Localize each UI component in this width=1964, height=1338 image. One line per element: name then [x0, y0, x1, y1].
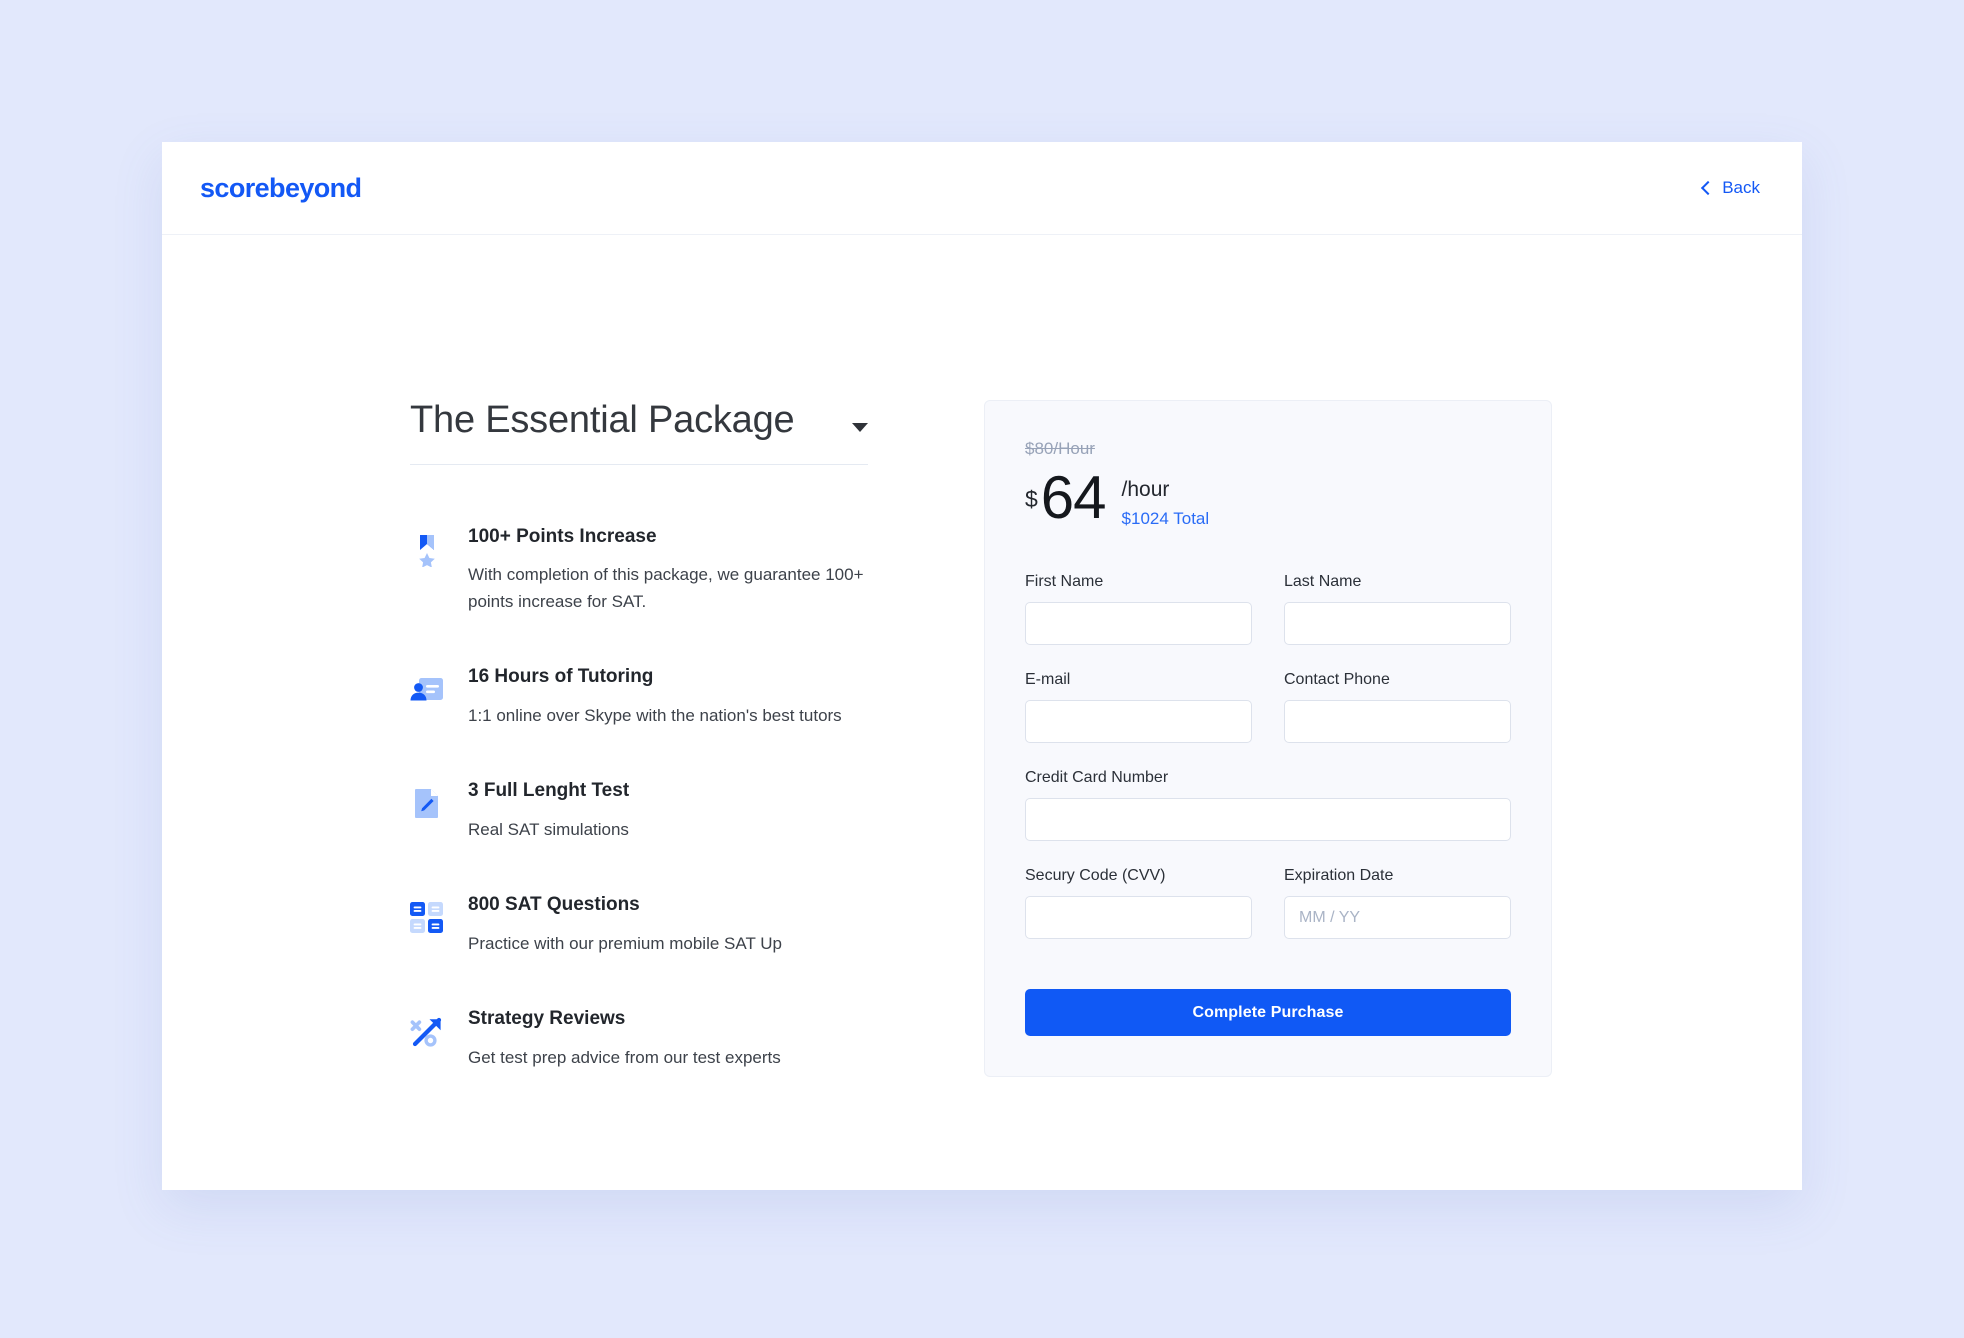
feature-description: With completion of this package, we guar… — [468, 565, 864, 611]
price-meta: /hour $1024 Total — [1122, 469, 1210, 529]
feature-item: 16 Hours of Tutoring 1:1 online over Sky… — [410, 663, 1030, 729]
card-number-input[interactable] — [1025, 798, 1511, 842]
back-button[interactable]: Back — [1701, 178, 1764, 198]
feature-text: 16 Hours of Tutoring 1:1 online over Sky… — [468, 663, 842, 729]
last-name-field-group: Last Name — [1284, 573, 1511, 646]
price-block: $ 64 /hour $1024 Total — [1025, 464, 1511, 531]
card-row: Credit Card Number — [1025, 769, 1511, 842]
feature-text: 100+ Points Increase With completion of … — [468, 523, 888, 615]
expiry-field-group: Expiration Date — [1284, 867, 1511, 940]
phone-input[interactable] — [1284, 700, 1511, 744]
checkout-panel: $80/Hour $ 64 /hour $1024 Total First Na… — [984, 400, 1552, 1078]
cvv-field-group: Secury Code (CVV) — [1025, 867, 1252, 940]
phone-label: Contact Phone — [1284, 671, 1390, 689]
feature-item: 100+ Points Increase With completion of … — [410, 523, 1030, 615]
email-field-group: E-mail — [1025, 671, 1252, 744]
package-column: The Essential Package 100+ Points Increa… — [410, 399, 1030, 1072]
feature-text: Strategy Reviews Get test prep advice fr… — [468, 1005, 781, 1071]
complete-purchase-button[interactable]: Complete Purchase — [1025, 989, 1511, 1037]
original-price: $80/Hour — [1025, 439, 1095, 458]
package-title: The Essential Package — [410, 399, 795, 441]
feature-title: Strategy Reviews — [468, 1008, 626, 1030]
expiry-label: Expiration Date — [1284, 867, 1394, 885]
security-row: Secury Code (CVV) Expiration Date — [1025, 867, 1511, 940]
chevron-left-icon — [1701, 180, 1716, 195]
feature-title: 100+ Points Increase — [468, 525, 657, 547]
header-bar: scorebeyond Back — [162, 142, 1802, 235]
first-name-field-group: First Name — [1025, 573, 1252, 646]
brand-logo[interactable]: scorebeyond — [200, 173, 362, 204]
cvv-label: Secury Code (CVV) — [1025, 867, 1166, 885]
question-cards-grid-icon — [410, 901, 444, 935]
email-label: E-mail — [1025, 671, 1071, 689]
feature-item: 800 SAT Questions Practice with our prem… — [410, 891, 1030, 957]
feature-description: 1:1 online over Skype with the nation's … — [468, 705, 842, 725]
phone-field-group: Contact Phone — [1284, 671, 1511, 744]
tutor-person-icon — [410, 673, 444, 707]
total-price: $1024 Total — [1121, 509, 1210, 529]
contact-row: E-mail Contact Phone — [1025, 671, 1511, 744]
currency-symbol: $ — [1025, 486, 1038, 512]
email-input[interactable] — [1025, 700, 1252, 744]
price-unit: /hour — [1121, 478, 1170, 501]
last-name-input[interactable] — [1284, 602, 1511, 646]
last-name-label: Last Name — [1284, 573, 1362, 591]
feature-item: Strategy Reviews Get test prep advice fr… — [410, 1005, 1030, 1071]
cvv-input[interactable] — [1025, 896, 1252, 940]
price-amount: 64 — [1040, 464, 1107, 531]
expiry-input[interactable] — [1284, 896, 1511, 940]
feature-title: 3 Full Lenght Test — [468, 780, 630, 802]
feature-text: 3 Full Lenght Test Real SAT simulations — [468, 777, 629, 843]
feature-description: Real SAT simulations — [468, 819, 629, 839]
feature-title: 16 Hours of Tutoring — [468, 666, 654, 688]
document-pencil-icon — [410, 787, 444, 821]
package-selector[interactable]: The Essential Package — [410, 399, 868, 465]
back-button-label: Back — [1722, 178, 1760, 197]
first-name-label: First Name — [1025, 573, 1104, 591]
card-number-label: Credit Card Number — [1025, 769, 1169, 787]
features-list: 100+ Points Increase With completion of … — [410, 523, 1030, 1072]
feature-description: Practice with our premium mobile SAT Up — [468, 933, 782, 953]
app-card: scorebeyond Back The Essential Package 1… — [162, 142, 1802, 1190]
feature-title: 800 SAT Questions — [468, 894, 640, 916]
content-area: The Essential Package 100+ Points Increa… — [162, 235, 1802, 1190]
strategy-arrow-icon — [410, 1015, 444, 1049]
medal-ribbon-icon — [410, 533, 444, 567]
card-field-group: Credit Card Number — [1025, 769, 1511, 842]
page-root: scorebeyond Back The Essential Package 1… — [0, 0, 1964, 1338]
first-name-input[interactable] — [1025, 602, 1252, 646]
chevron-down-icon — [852, 422, 868, 432]
name-row: First Name Last Name — [1025, 573, 1511, 646]
feature-description: Get test prep advice from our test exper… — [468, 1047, 781, 1067]
feature-text: 800 SAT Questions Practice with our prem… — [468, 891, 782, 957]
feature-item: 3 Full Lenght Test Real SAT simulations — [410, 777, 1030, 843]
